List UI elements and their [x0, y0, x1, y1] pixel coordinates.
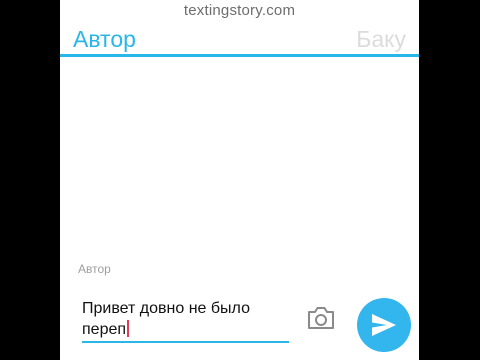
watermark-text: textingstory.com — [183, 2, 296, 19]
tab-baku[interactable]: Баку — [356, 26, 406, 52]
tab-author[interactable]: Автор — [73, 26, 136, 52]
send-button[interactable] — [357, 298, 411, 352]
camera-icon — [308, 307, 334, 329]
message-input-text: Привет довно не было переп — [82, 300, 255, 338]
sender-label: Автор — [78, 262, 111, 276]
message-input-underline — [82, 341, 289, 343]
text-caret — [127, 320, 130, 337]
camera-button[interactable] — [306, 305, 336, 331]
message-input[interactable]: Привет довно не было переп — [82, 298, 290, 340]
send-icon — [372, 314, 396, 336]
participant-tabs: Автор Баку — [60, 22, 419, 54]
chat-screen: textingstory.com Автор Баку Автор Привет… — [60, 0, 419, 360]
tab-underline — [60, 54, 419, 57]
